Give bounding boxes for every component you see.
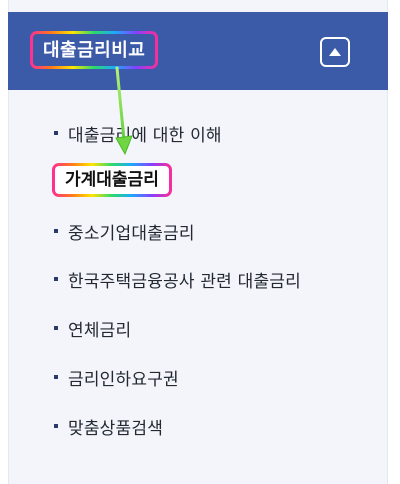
submenu-item[interactable]: 대출금리에 대한 이해 xyxy=(54,116,222,150)
bullet xyxy=(54,277,58,281)
submenu-item-label: 중소기업대출금리 xyxy=(68,223,195,244)
submenu-item[interactable]: 금리인하요구권 xyxy=(54,360,179,394)
chevron-up-icon xyxy=(329,48,341,56)
bullet xyxy=(54,375,58,379)
bullet xyxy=(54,424,58,428)
submenu-item[interactable]: 연체금리 xyxy=(54,311,131,345)
submenu-item-active[interactable]: 가계대출금리 xyxy=(52,163,172,197)
bullet xyxy=(54,131,58,135)
submenu-item-label: 맞춤상품검색 xyxy=(68,418,164,439)
page: 대출금리비교 대출금리에 대한 이해 가계대출금리 중소기업대출금리 한국주택금… xyxy=(0,0,400,484)
submenu-item-label: 금리인하요구권 xyxy=(68,369,179,390)
submenu-item[interactable]: 맞춤상품검색 xyxy=(54,409,163,443)
bullet xyxy=(54,326,58,330)
submenu-item[interactable]: 한국주택금융공사 관련 대출금리 xyxy=(54,262,301,296)
submenu-item[interactable]: 중소기업대출금리 xyxy=(54,214,195,248)
submenu-item-label: 가계대출금리 xyxy=(52,163,172,197)
submenu-item-label: 연체금리 xyxy=(68,320,132,341)
submenu-item-label: 대출금리에 대한 이해 xyxy=(68,125,222,146)
bullet xyxy=(54,229,58,233)
menu-title[interactable]: 대출금리비교 xyxy=(30,31,158,69)
menu-header: 대출금리비교 xyxy=(8,12,388,90)
collapse-button[interactable] xyxy=(320,37,350,67)
submenu-item-label: 한국주택금융공사 관련 대출금리 xyxy=(68,271,301,292)
